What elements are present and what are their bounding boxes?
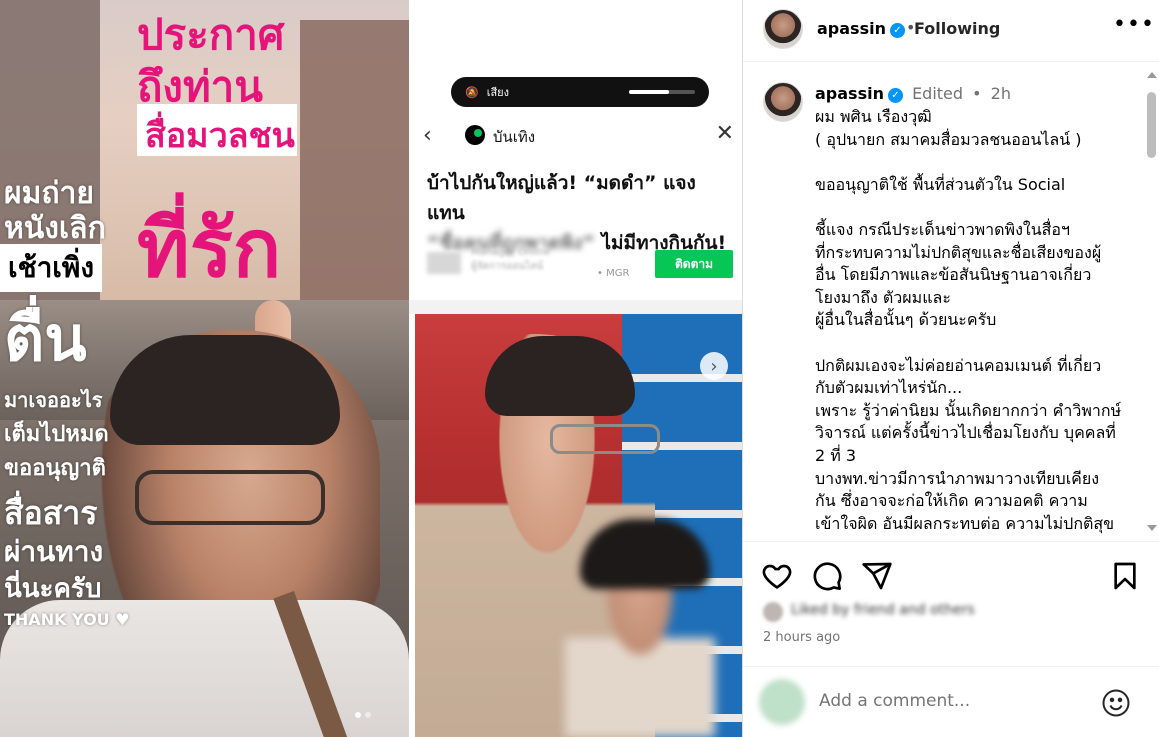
story-thank-you: THANK YOU ♥ (4, 610, 130, 629)
story-left-line5: ขออนุญาติ (4, 456, 106, 481)
news-screenshot: 🔕 เสียง ‹ บันเทิง ✕ บ้าไปกันใหญ่แล้ว! “ม… (409, 0, 742, 737)
post-side-panel: apassin ✓ • Following ••• apassin ✓ Edited… (742, 0, 1159, 737)
glasses (135, 470, 325, 525)
post-media[interactable]: ประกาศ ถึงท่าน สื่อมวลชน ที่รัก ผมถ่าย ห… (0, 0, 742, 737)
carousel-dots (355, 712, 371, 718)
news-topbar: ‹ บันเทิง ✕ (409, 118, 742, 154)
verified-icon: ✓ (889, 23, 905, 38)
emoji-icon[interactable] (1101, 688, 1131, 718)
caption-username[interactable]: apassin (815, 84, 884, 103)
liker-avatar (763, 602, 783, 622)
publisher-sub: ผู้จัดการออนไลน์ (471, 261, 544, 272)
bell-off-icon: 🔕 (465, 85, 479, 99)
story-left-line4: เต็มไปหมด (4, 422, 109, 447)
comment-icon[interactable] (811, 560, 843, 592)
publisher-tag: • MGR (597, 268, 630, 279)
publisher-name: Manager Online (471, 247, 551, 258)
publisher-logo (427, 252, 461, 274)
edited-label: Edited (912, 84, 964, 103)
story-left-big: ตื่น (4, 302, 87, 375)
add-comment-row (743, 666, 1159, 737)
story-left-line8: นี่นะครับ (4, 574, 102, 604)
close-icon: ✕ (715, 121, 734, 146)
likes-text[interactable]: Liked by friend and others (791, 602, 975, 618)
add-comment-input[interactable] (819, 691, 1059, 711)
header-username[interactable]: apassin ✓ (817, 19, 905, 38)
sound-pill: 🔕 เสียง (451, 77, 709, 107)
story-title-box: สื่อมวลชน (137, 104, 297, 156)
source-logo (465, 125, 485, 145)
story-image: ประกาศ ถึงท่าน สื่อมวลชน ที่รัก ผมถ่าย ห… (0, 0, 409, 737)
scroll-down-icon[interactable] (1147, 525, 1157, 531)
story-left-line3: มาเจออะไร (4, 388, 103, 412)
likes-summary[interactable]: Liked by friend and others (763, 600, 1063, 624)
more-icon[interactable]: ••• (1113, 12, 1155, 37)
caption-area[interactable]: apassin ✓ Edited • 2h ผม พศิน เรืองวุฒิ (… (743, 68, 1159, 541)
save-icon[interactable] (1109, 560, 1141, 592)
back-icon: ‹ (423, 123, 432, 148)
volume-bar (629, 90, 695, 94)
verified-icon: ✓ (887, 88, 903, 103)
caption-avatar[interactable] (763, 82, 803, 122)
news-photo (415, 314, 742, 737)
avatar[interactable] (763, 9, 803, 49)
news-headline: บ้าไปกันใหญ่แล้ว! “มดดำ” แจงแทน “ชื่อคนท… (427, 172, 727, 254)
story-title-big: ที่รัก (137, 202, 282, 295)
scroll-up-icon[interactable] (1147, 72, 1157, 78)
scrollbar[interactable] (1144, 68, 1159, 541)
following-button[interactable]: Following (914, 19, 1000, 38)
story-left-box: เช้าเพิ่ง (0, 244, 102, 292)
next-icon[interactable]: › (700, 352, 728, 380)
post-actions: Liked by friend and others 2 hours ago (743, 541, 1159, 666)
heart-icon[interactable] (761, 560, 793, 592)
instagram-post-view: ประกาศ ถึงท่าน สื่อมวลชน ที่รัก ผมถ่าย ห… (0, 0, 1159, 737)
sound-label: เสียง (486, 86, 509, 99)
post-header: apassin ✓ • Following ••• (743, 0, 1159, 62)
source-name: บันเทิง (493, 128, 536, 146)
scroll-thumb[interactable] (1147, 92, 1156, 158)
post-timestamp[interactable]: 2 hours ago (763, 630, 840, 645)
current-user-avatar (759, 679, 805, 725)
news-follow-button: ติดตาม (655, 250, 733, 278)
caption-header: apassin ✓ Edited • 2h (815, 84, 1011, 103)
caption-time: 2h (990, 84, 1011, 103)
share-icon[interactable] (861, 560, 893, 592)
caption-text: ผม พศิน เรืองวุฒิ ( อุปนายก สมาคมสื่อมวล… (815, 107, 1122, 533)
